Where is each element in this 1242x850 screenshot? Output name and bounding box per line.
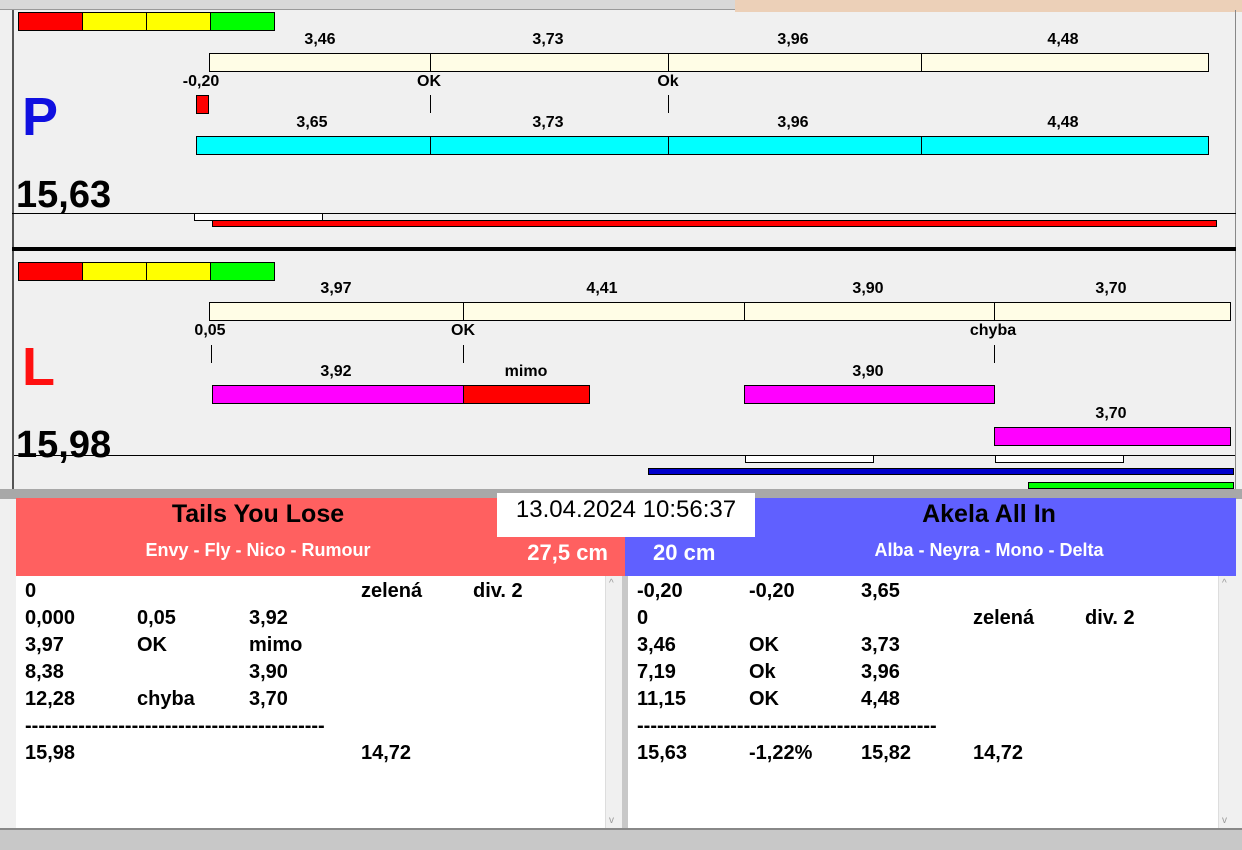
right-team-dogs: Alba - Neyra - Mono - Delta [874, 540, 1104, 560]
split-label: -0,20 [182, 73, 220, 90]
bottom-bar [0, 828, 1242, 850]
list-row[interactable]: 15,63 -1,22% 15,82 14,72 [628, 742, 1218, 769]
list-cell: 15,82 [861, 742, 912, 764]
split-label: 3,65 [296, 114, 328, 131]
right-scrollbar[interactable]: ^ v [1218, 576, 1236, 828]
split-label: 3,96 [777, 114, 809, 131]
list-row[interactable]: 0,000 0,05 3,92 [16, 607, 605, 634]
list-cell: 0 [637, 607, 649, 629]
list-row[interactable]: -0,20 -0,20 3,65 [628, 580, 1218, 607]
list-cell: div. 2 [1085, 607, 1135, 629]
split-label: 4,48 [1047, 31, 1079, 48]
list-cell: mimo [249, 634, 303, 656]
left-team-dogs: Envy - Fly - Nico - Rumour [145, 540, 371, 560]
split-bar [921, 53, 1209, 72]
list-cell: div. 2 [473, 580, 523, 602]
split-bar [430, 136, 669, 155]
tick-mark [430, 95, 431, 113]
list-cell: 4,48 [861, 688, 900, 710]
color-segment [210, 12, 275, 31]
list-cell: 15,98 [25, 742, 76, 764]
list-cell: 0,000 [25, 607, 76, 629]
list-cell: 3,70 [249, 688, 288, 710]
list-cell: -1,22% [749, 742, 813, 764]
list-cell: 3,65 [861, 580, 900, 602]
lane-l-panel [12, 251, 1236, 490]
list-cell: 7,19 [637, 661, 676, 683]
list-cell: 14,72 [361, 742, 412, 764]
split-bar [668, 53, 922, 72]
right-team-name: Akela All In [922, 500, 1056, 528]
lane-letter: P [22, 87, 59, 147]
color-segment [82, 12, 147, 31]
list-cell: chyba [137, 688, 195, 710]
lane-total: 15,63 [16, 174, 112, 216]
left-team-name: Tails You Lose [171, 500, 345, 528]
list-row[interactable]: 0 zelená div. 2 [628, 607, 1218, 634]
list-cell: -0,20 [637, 580, 683, 602]
list-cell: Ok [749, 661, 776, 683]
list-row[interactable]: 3,46 OK 3,73 [628, 634, 1218, 661]
list-cell: OK [137, 634, 167, 656]
split-label: 3,73 [532, 31, 564, 48]
list-cell: 0,05 [137, 607, 176, 629]
start-marker [196, 95, 209, 114]
split-bar [209, 53, 431, 72]
split-label: 4,48 [1047, 114, 1079, 131]
list-row[interactable]: 7,19 Ok 3,96 [628, 661, 1218, 688]
list-cell: -0,20 [749, 580, 795, 602]
list-row[interactable]: 0 zelená div. 2 [16, 580, 605, 607]
split-label: 3,46 [304, 31, 336, 48]
color-segment [18, 12, 83, 31]
tick-mark [668, 95, 669, 113]
list-cell: 15,63 [637, 742, 688, 764]
timeline-progress [212, 220, 1217, 227]
list-cell: 3,92 [249, 607, 288, 629]
list-cell: 11,15 [637, 688, 686, 710]
list-cell: zelená [973, 607, 1035, 629]
list-cell: 3,73 [861, 634, 900, 656]
split-label: Ok [657, 73, 679, 90]
list-row[interactable]: 11,15 OK 4,48 [628, 688, 1218, 715]
split-bar [921, 136, 1209, 155]
list-row[interactable]: 8,38 3,90 [16, 661, 605, 688]
left-scrollbar[interactable]: ^ v [605, 576, 622, 828]
list-cell: 12,28 [25, 688, 76, 710]
list-cell: zelená [361, 580, 423, 602]
list-cell: OK [749, 688, 779, 710]
list-cell: 14,72 [973, 742, 1024, 764]
datetime: 13.04.2024 10:56:37 [497, 493, 755, 537]
list-cell: 3,90 [249, 661, 288, 683]
list-row[interactable]: ----------------------------------------… [16, 715, 605, 742]
split-bar [196, 136, 431, 155]
left-distance: 27,5 cm [527, 540, 608, 565]
list-row[interactable]: 3,97 OK mimo [16, 634, 605, 661]
split-label: 3,96 [777, 31, 809, 48]
list-cell: 3,96 [861, 661, 900, 683]
list-cell: ----------------------------------------… [637, 715, 937, 737]
list-cell: ----------------------------------------… [25, 715, 325, 737]
right-distance: 20 cm [653, 540, 716, 565]
split-label: 3,73 [532, 114, 564, 131]
left-results-list[interactable]: 0 zelená div. 2 0,000 0,05 3,92 3,97 OK mimo 8,38… [16, 576, 605, 828]
list-row[interactable]: 15,98 14,72 [16, 742, 605, 769]
list-row[interactable]: ----------------------------------------… [628, 715, 1218, 742]
split-label: OK [417, 73, 441, 90]
list-row[interactable]: 12,28 chyba 3,70 [16, 688, 605, 715]
list-cell: 3,46 [637, 634, 676, 656]
list-cell: 8,38 [25, 661, 64, 683]
list-cell: OK [749, 634, 779, 656]
list-cell: 3,97 [25, 634, 64, 656]
split-bar [430, 53, 669, 72]
color-segment [146, 12, 211, 31]
right-results-list[interactable]: -0,20 -0,20 3,65 0 zelená div. 2 3,46 OK 3,73 7,1… [628, 576, 1218, 828]
list-cell: 0 [25, 580, 37, 602]
split-bar [668, 136, 922, 155]
tab-strip [0, 0, 735, 10]
